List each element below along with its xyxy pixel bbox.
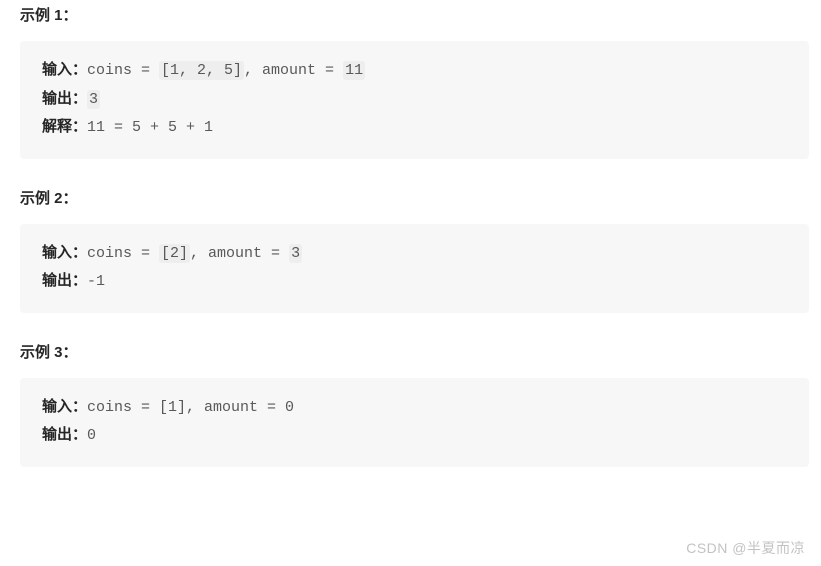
example-2: 示例 2： 输入：coins = [2], amount = 3 输出：-1 [20,187,809,313]
output-label: 输出： [42,427,87,444]
input-highlight-amount: 3 [289,244,302,263]
example-heading: 示例 3： [20,341,809,362]
input-mid: , amount = [244,62,343,79]
output-highlight: 3 [87,90,100,109]
explain-line: 解释：11 = 5 + 5 + 1 [42,114,787,143]
output-line: 输出：3 [42,86,787,115]
example-heading: 示例 2： [20,187,809,208]
code-block: 输入：coins = [2], amount = 3 输出：-1 [20,224,809,313]
input-highlight-amount: 11 [343,61,365,80]
input-label: 输入： [42,245,87,262]
example-1: 示例 1： 输入：coins = [1, 2, 5], amount = 11 … [20,4,809,159]
watermark: CSDN @半夏而凉 [686,538,805,558]
output-plain: 0 [87,427,96,444]
example-3: 示例 3： 输入：coins = [1], amount = 0 输出：0 [20,341,809,467]
input-label: 输入： [42,62,87,79]
input-prefix: coins = [1], amount = 0 [87,399,294,416]
explain-label: 解释： [42,119,87,136]
input-highlight-array: [2] [159,244,190,263]
input-prefix: coins = [87,245,159,262]
code-block: 输入：coins = [1], amount = 0 输出：0 [20,378,809,467]
input-line: 输入：coins = [1, 2, 5], amount = 11 [42,57,787,86]
output-line: 输出：-1 [42,268,787,297]
explain-text: 11 = 5 + 5 + 1 [87,119,213,136]
document-container: 示例 1： 输入：coins = [1, 2, 5], amount = 11 … [0,4,821,467]
input-line: 输入：coins = [2], amount = 3 [42,240,787,269]
input-line: 输入：coins = [1], amount = 0 [42,394,787,423]
output-label: 输出： [42,91,87,108]
input-highlight-array: [1, 2, 5] [159,61,244,80]
code-block: 输入：coins = [1, 2, 5], amount = 11 输出：3 解… [20,41,809,159]
input-mid: , amount = [190,245,289,262]
input-prefix: coins = [87,62,159,79]
output-line: 输出：0 [42,422,787,451]
input-label: 输入： [42,399,87,416]
output-label: 输出： [42,273,87,290]
output-plain: -1 [87,273,105,290]
example-heading: 示例 1： [20,4,809,25]
